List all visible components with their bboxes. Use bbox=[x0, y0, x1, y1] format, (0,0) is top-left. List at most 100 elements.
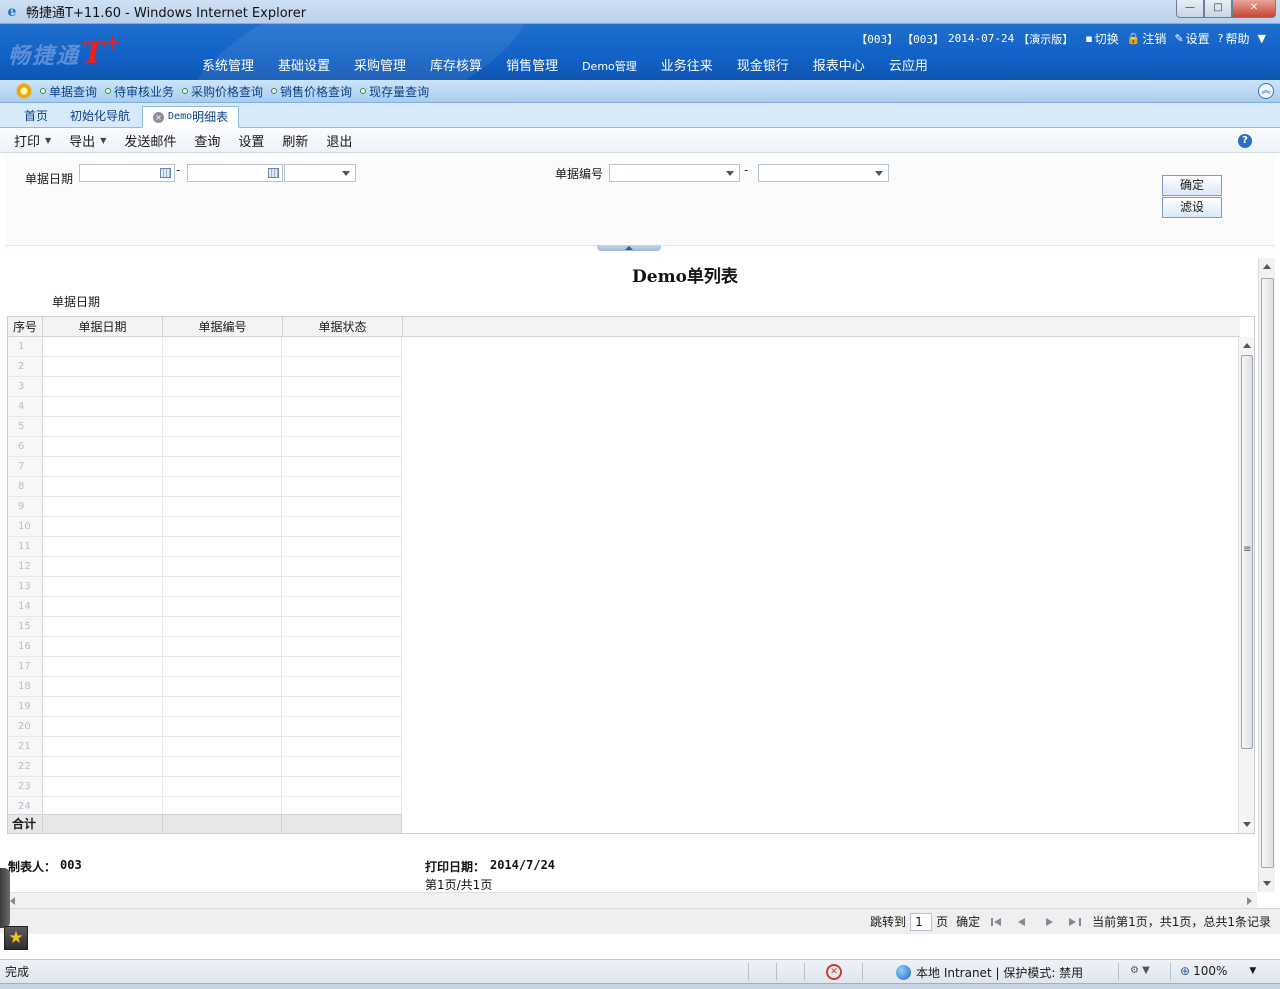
switch-link[interactable]: ▪ 切换 bbox=[1085, 30, 1118, 47]
scroll-thumb[interactable] bbox=[1241, 355, 1253, 749]
refresh-button[interactable]: 刷新 bbox=[282, 131, 308, 150]
table-cell[interactable] bbox=[163, 497, 283, 516]
table-cell[interactable] bbox=[43, 417, 163, 436]
quick-link-document-query[interactable]: 单据查询 bbox=[40, 83, 97, 100]
calendar-icon[interactable] bbox=[268, 168, 279, 178]
table-cell[interactable] bbox=[163, 657, 283, 676]
close-window-button[interactable]: ✕ bbox=[1232, 0, 1276, 18]
table-cell[interactable] bbox=[282, 657, 402, 676]
nav-basic-settings[interactable]: 基础设置 bbox=[266, 58, 342, 76]
table-cell[interactable] bbox=[282, 597, 402, 616]
table-cell[interactable] bbox=[163, 477, 283, 496]
help-circle-icon[interactable]: ? bbox=[1238, 134, 1252, 148]
nav-report-center[interactable]: 报表中心 bbox=[801, 58, 877, 76]
scroll-right-icon[interactable] bbox=[1247, 897, 1252, 905]
collapse-filter-handle[interactable] bbox=[597, 245, 661, 251]
report-horizontal-scrollbar[interactable] bbox=[5, 892, 1257, 908]
table-cell[interactable] bbox=[282, 517, 402, 536]
table-cell[interactable] bbox=[163, 597, 283, 616]
table-cell[interactable] bbox=[163, 437, 283, 456]
sun-gear-icon[interactable] bbox=[16, 83, 32, 99]
table-cell[interactable] bbox=[163, 457, 283, 476]
date-from-input[interactable] bbox=[79, 164, 175, 182]
settings-link[interactable]: ✎ 设置 bbox=[1174, 30, 1209, 47]
table-cell[interactable] bbox=[163, 697, 283, 716]
table-row[interactable]: 5 bbox=[8, 417, 402, 437]
table-cell[interactable] bbox=[43, 717, 163, 736]
table-cell[interactable] bbox=[163, 617, 283, 636]
nav-cloud-apps[interactable]: 云应用 bbox=[877, 58, 940, 76]
table-cell[interactable] bbox=[163, 557, 283, 576]
table-row[interactable]: 2 bbox=[8, 357, 402, 377]
table-cell[interactable] bbox=[43, 637, 163, 656]
tab-init-guide[interactable]: 初始化导航 bbox=[60, 105, 140, 127]
table-cell[interactable] bbox=[43, 757, 163, 776]
table-cell[interactable] bbox=[163, 417, 283, 436]
confirm-button[interactable]: 确定 bbox=[1162, 175, 1222, 196]
table-row[interactable]: 8 bbox=[8, 477, 402, 497]
column-header-index[interactable]: 序号 bbox=[8, 317, 43, 337]
report-vertical-scrollbar[interactable] bbox=[1258, 258, 1275, 892]
favorites-star-icon[interactable]: ★ bbox=[4, 926, 28, 950]
table-cell[interactable] bbox=[163, 717, 283, 736]
table-cell[interactable] bbox=[282, 717, 402, 736]
query-button[interactable]: 查询 bbox=[194, 131, 220, 150]
table-cell[interactable] bbox=[282, 697, 402, 716]
last-page-icon[interactable] bbox=[1067, 915, 1083, 929]
collapse-up-icon[interactable]: ︽ bbox=[1258, 83, 1274, 99]
logout-link[interactable]: 🔒 注销 bbox=[1127, 30, 1167, 47]
table-row[interactable]: 20 bbox=[8, 717, 402, 737]
date-to-input[interactable] bbox=[187, 164, 283, 182]
minimize-button[interactable]: — bbox=[1176, 0, 1204, 18]
table-cell[interactable] bbox=[163, 357, 283, 376]
column-header-status[interactable]: 单据状态 bbox=[283, 317, 403, 337]
table-cell[interactable] bbox=[282, 777, 402, 796]
zoom-control[interactable]: ⊕ 100% ▼ bbox=[1180, 964, 1256, 978]
table-cell[interactable] bbox=[163, 517, 283, 536]
column-header-code[interactable]: 单据编号 bbox=[163, 317, 283, 337]
table-cell[interactable] bbox=[43, 697, 163, 716]
column-header-date[interactable]: 单据日期 bbox=[43, 317, 163, 337]
table-row[interactable]: 16 bbox=[8, 637, 402, 657]
table-cell[interactable] bbox=[282, 537, 402, 556]
table-cell[interactable] bbox=[282, 637, 402, 656]
table-cell[interactable] bbox=[282, 557, 402, 576]
table-cell[interactable] bbox=[282, 617, 402, 636]
scroll-thumb[interactable] bbox=[1261, 278, 1274, 868]
table-cell[interactable] bbox=[163, 777, 283, 796]
quick-link-purchase-price[interactable]: 采购价格查询 bbox=[182, 83, 263, 100]
code-from-select[interactable] bbox=[609, 164, 740, 182]
dock-rail[interactable] bbox=[0, 868, 10, 928]
scroll-up-icon[interactable] bbox=[1263, 264, 1271, 269]
header-menu-dropdown[interactable]: ▼ bbox=[1258, 32, 1268, 45]
table-cell[interactable] bbox=[282, 497, 402, 516]
tab-home[interactable]: 首页 bbox=[14, 105, 58, 127]
table-cell[interactable] bbox=[43, 577, 163, 596]
nav-cash-bank[interactable]: 现金银行 bbox=[725, 58, 801, 76]
print-menu[interactable]: 打印 ▼ bbox=[14, 131, 51, 150]
table-cell[interactable] bbox=[282, 677, 402, 696]
grid-vertical-scrollbar[interactable] bbox=[1238, 337, 1254, 833]
table-cell[interactable] bbox=[43, 337, 163, 356]
quick-link-stock-query[interactable]: 现存量查询 bbox=[360, 83, 429, 100]
table-cell[interactable] bbox=[43, 657, 163, 676]
nav-demo-management[interactable]: Demo管理 bbox=[570, 58, 649, 76]
table-cell[interactable] bbox=[163, 677, 283, 696]
table-row[interactable]: 3 bbox=[8, 377, 402, 397]
scroll-up-icon[interactable] bbox=[1243, 343, 1251, 348]
table-row[interactable]: 21 bbox=[8, 737, 402, 757]
tab-close-icon[interactable]: × bbox=[153, 111, 165, 123]
table-cell[interactable] bbox=[43, 477, 163, 496]
table-cell[interactable] bbox=[282, 477, 402, 496]
table-cell[interactable] bbox=[43, 517, 163, 536]
nav-inventory-accounting[interactable]: 库存核算 bbox=[418, 58, 494, 76]
table-cell[interactable] bbox=[282, 757, 402, 776]
table-cell[interactable] bbox=[163, 637, 283, 656]
exit-button[interactable]: 退出 bbox=[326, 131, 352, 150]
table-cell[interactable] bbox=[282, 377, 402, 396]
table-cell[interactable] bbox=[282, 457, 402, 476]
calendar-icon[interactable] bbox=[160, 168, 171, 178]
help-link[interactable]: ? 帮助 bbox=[1218, 30, 1250, 47]
table-cell[interactable] bbox=[282, 337, 402, 356]
table-cell[interactable] bbox=[163, 577, 283, 596]
